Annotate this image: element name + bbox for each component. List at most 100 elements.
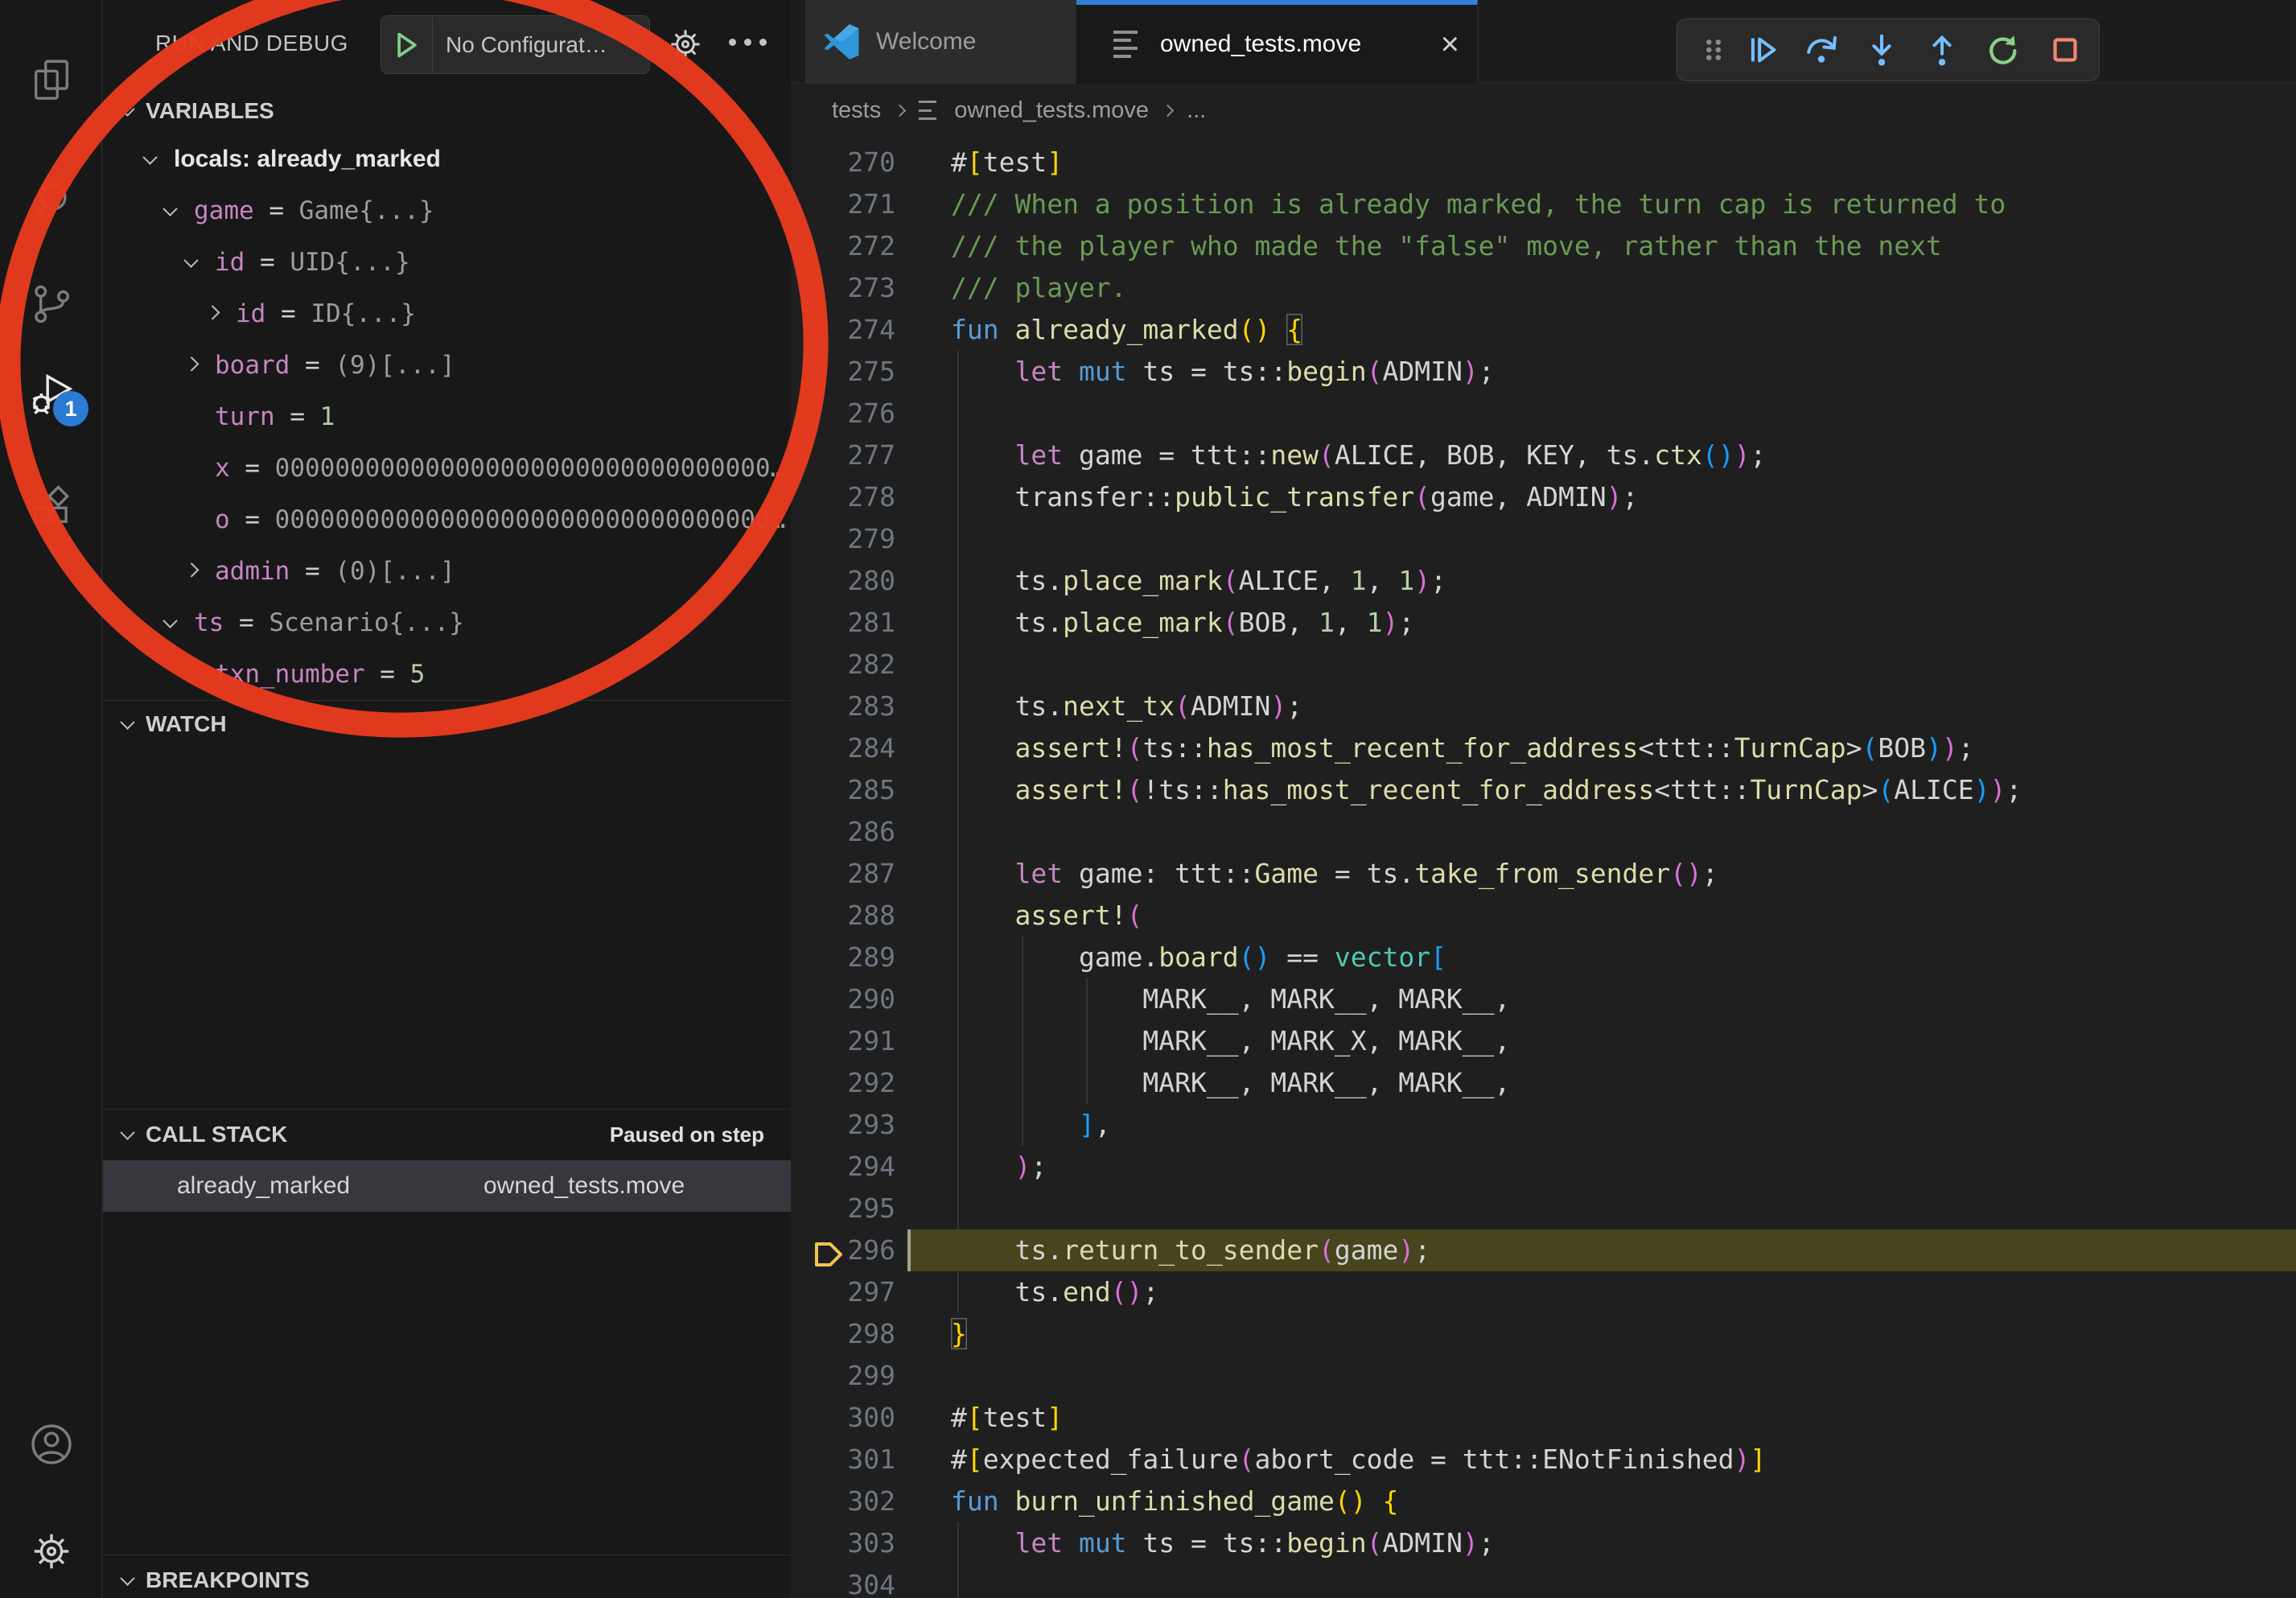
code-line: 288 assert!( xyxy=(791,895,2296,937)
line-number[interactable]: 285 xyxy=(791,769,895,811)
line-number[interactable]: 290 xyxy=(791,978,895,1020)
breadcrumb-file[interactable]: owned_tests.move xyxy=(954,97,1149,124)
line-number[interactable]: 271 xyxy=(791,183,895,225)
line-number[interactable]: 280 xyxy=(791,560,895,602)
line-number[interactable]: 274 xyxy=(791,309,895,351)
variable-row[interactable]: admin = (0)[...] xyxy=(103,546,791,597)
variable-row[interactable]: o = 000000000000000000000000000000000… xyxy=(103,494,791,546)
chevron-down-icon[interactable] xyxy=(120,715,134,729)
line-number[interactable]: 289 xyxy=(791,937,895,978)
tab-label[interactable]: owned_tests.move xyxy=(1160,31,1361,58)
section-divider xyxy=(103,1109,791,1110)
chevron-down-icon[interactable] xyxy=(120,101,134,116)
variable-row[interactable]: turn = 1 xyxy=(103,391,791,443)
code-area[interactable]: 270#[test]271/// When a position is alre… xyxy=(791,142,2296,1598)
variable-row[interactable]: id = ID{...} xyxy=(103,288,791,340)
line-number[interactable]: 284 xyxy=(791,727,895,769)
code-line: 292 MARK__, MARK__, MARK__, xyxy=(791,1062,2296,1104)
step-out-icon[interactable] xyxy=(1921,29,1963,71)
line-number[interactable]: 273 xyxy=(791,267,895,309)
call-stack-frame[interactable]: already_marked owned_tests.move xyxy=(103,1160,791,1212)
line-number[interactable]: 281 xyxy=(791,602,895,644)
line-number[interactable]: 272 xyxy=(791,225,895,267)
launch-config-dropdown[interactable]: No Configurat… xyxy=(381,15,650,74)
config-dropdown-label[interactable]: No Configurat… xyxy=(433,32,627,58)
line-number[interactable]: 277 xyxy=(791,435,895,476)
line-number[interactable]: 302 xyxy=(791,1481,895,1522)
chevron-down-icon[interactable] xyxy=(183,253,198,267)
search-icon[interactable] xyxy=(0,159,102,243)
line-number[interactable]: 287 xyxy=(791,853,895,895)
sidebar-header: RUN AND DEBUG No Configurat… xyxy=(103,0,791,89)
line-number[interactable]: 286 xyxy=(791,811,895,853)
chevron-right-icon[interactable] xyxy=(184,356,199,371)
restart-icon[interactable] xyxy=(1981,29,2023,71)
line-number[interactable]: 299 xyxy=(791,1355,895,1397)
step-into-icon[interactable] xyxy=(1861,29,1903,71)
continue-icon[interactable] xyxy=(1741,29,1783,71)
start-debug-icon[interactable] xyxy=(381,16,433,73)
line-number[interactable]: 278 xyxy=(791,476,895,518)
chevron-down-icon[interactable] xyxy=(163,613,177,628)
breakpoints-section-header[interactable]: BREAKPOINTS xyxy=(103,1558,791,1598)
toolbar-drag-handle-icon[interactable] xyxy=(1693,29,1734,71)
line-number[interactable]: 300 xyxy=(791,1397,895,1439)
line-number[interactable]: 283 xyxy=(791,686,895,727)
breadcrumb-folder[interactable]: tests xyxy=(832,97,881,124)
line-number[interactable]: 298 xyxy=(791,1313,895,1355)
extensions-icon[interactable] xyxy=(0,465,102,549)
tab-label[interactable]: Welcome xyxy=(876,28,976,56)
variable-row[interactable]: board = (9)[...] xyxy=(103,340,791,391)
variable-row[interactable]: txn_number = 5 xyxy=(103,649,791,700)
variable-name: board xyxy=(215,351,290,380)
run-and-debug-icon[interactable] xyxy=(0,352,102,436)
call-stack-section-header[interactable]: CALL STACK Paused on step xyxy=(103,1112,791,1157)
line-number[interactable]: 282 xyxy=(791,644,895,686)
chevron-down-icon[interactable] xyxy=(120,1571,134,1585)
more-actions-icon[interactable] xyxy=(729,39,767,46)
vscode-window: 1 RUN AND DEBUG No Configurat… xyxy=(0,0,2296,1598)
chevron-down-icon[interactable] xyxy=(625,35,640,49)
line-number[interactable]: 303 xyxy=(791,1522,895,1564)
chevron-down-icon[interactable] xyxy=(163,201,177,216)
breadcrumb-more[interactable]: ... xyxy=(1187,97,1206,124)
line-number[interactable]: 295 xyxy=(791,1188,895,1229)
variable-row[interactable]: id = UID{...} xyxy=(103,237,791,288)
scope-row[interactable]: locals: already_marked xyxy=(103,134,791,185)
explorer-icon[interactable] xyxy=(0,37,102,121)
line-number[interactable]: 279 xyxy=(791,518,895,560)
chevron-right-icon[interactable] xyxy=(184,562,199,577)
line-number[interactable]: 297 xyxy=(791,1271,895,1313)
debug-settings-gear-icon[interactable] xyxy=(666,25,705,64)
tab-welcome[interactable]: Welcome xyxy=(805,0,1076,84)
line-number[interactable]: 301 xyxy=(791,1439,895,1481)
close-icon[interactable]: × xyxy=(1441,28,1459,60)
variable-name: admin xyxy=(215,557,290,586)
code-line: 298} xyxy=(791,1313,2296,1355)
chevron-down-icon[interactable] xyxy=(142,150,157,164)
chevron-down-icon[interactable] xyxy=(120,1125,134,1139)
line-number[interactable]: 270 xyxy=(791,142,895,183)
watch-section-header[interactable]: WATCH xyxy=(103,702,791,747)
settings-gear-icon[interactable] xyxy=(0,1509,102,1593)
stop-icon[interactable] xyxy=(2044,29,2086,71)
line-number[interactable]: 294 xyxy=(791,1146,895,1188)
variables-section-header[interactable]: VARIABLES xyxy=(103,89,791,134)
account-icon[interactable] xyxy=(0,1402,102,1486)
code-line: 294 ); xyxy=(791,1146,2296,1188)
step-over-icon[interactable] xyxy=(1800,29,1842,71)
variable-row[interactable]: x = 000000000000000000000000000000000… xyxy=(103,443,791,494)
line-number[interactable]: 291 xyxy=(791,1020,895,1062)
variable-row[interactable]: game = Game{...} xyxy=(103,185,791,237)
variable-row[interactable]: ts = Scenario{...} xyxy=(103,597,791,649)
line-number[interactable]: 276 xyxy=(791,393,895,435)
line-number[interactable]: 292 xyxy=(791,1062,895,1104)
line-number[interactable]: 304 xyxy=(791,1564,895,1598)
tab-owned-tests[interactable]: owned_tests.move × xyxy=(1076,0,1478,84)
chevron-right-icon[interactable] xyxy=(205,305,220,319)
code-line: 290 MARK__, MARK__, MARK__, xyxy=(791,978,2296,1020)
line-number[interactable]: 275 xyxy=(791,351,895,393)
source-control-icon[interactable] xyxy=(0,262,102,346)
line-number[interactable]: 293 xyxy=(791,1104,895,1146)
line-number[interactable]: 288 xyxy=(791,895,895,937)
